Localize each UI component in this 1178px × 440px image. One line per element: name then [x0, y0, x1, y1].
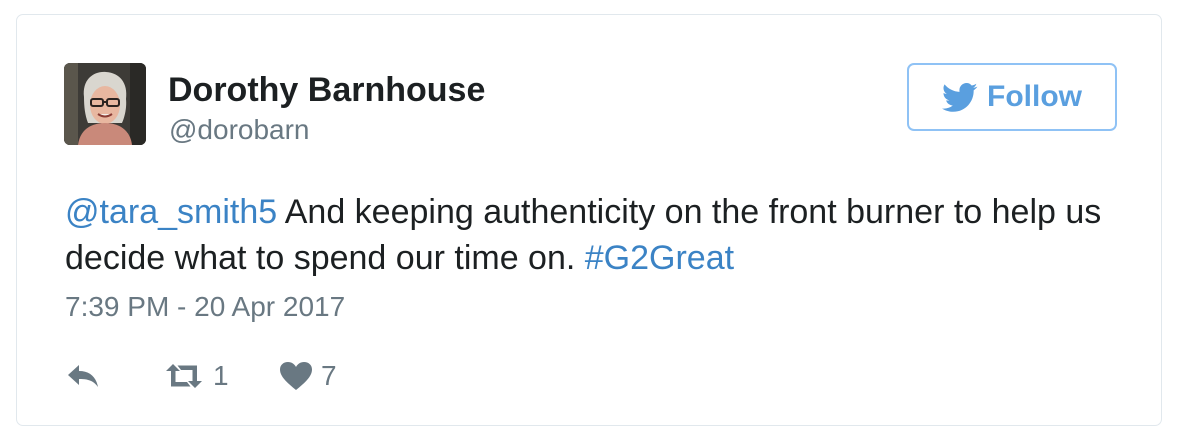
twitter-bird-icon — [942, 82, 978, 112]
author-handle[interactable]: @dorobarn — [169, 114, 310, 146]
tweet-text: @tara_smith5 And keeping authenticity on… — [65, 189, 1135, 281]
retweet-count: 1 — [213, 360, 229, 391]
tweet-timestamp[interactable]: 7:39 PM - 20 Apr 2017 — [65, 291, 345, 323]
retweet-button[interactable]: 1 — [163, 358, 229, 394]
retweet-icon — [166, 364, 202, 388]
reply-button[interactable] — [65, 358, 101, 394]
hashtag-link[interactable]: #G2Great — [585, 239, 734, 277]
follow-button[interactable]: Follow — [907, 63, 1117, 131]
tweet-card: Dorothy Barnhouse @dorobarn Follow @tara… — [16, 14, 1162, 426]
mention-link[interactable]: @tara_smith5 — [65, 193, 277, 231]
reply-icon — [68, 365, 98, 387]
avatar[interactable] — [64, 63, 146, 145]
like-count: 7 — [321, 360, 337, 391]
follow-label: Follow — [987, 80, 1082, 113]
like-button[interactable]: 7 — [279, 358, 337, 394]
heart-icon — [280, 362, 312, 390]
author-name[interactable]: Dorothy Barnhouse — [168, 71, 485, 110]
